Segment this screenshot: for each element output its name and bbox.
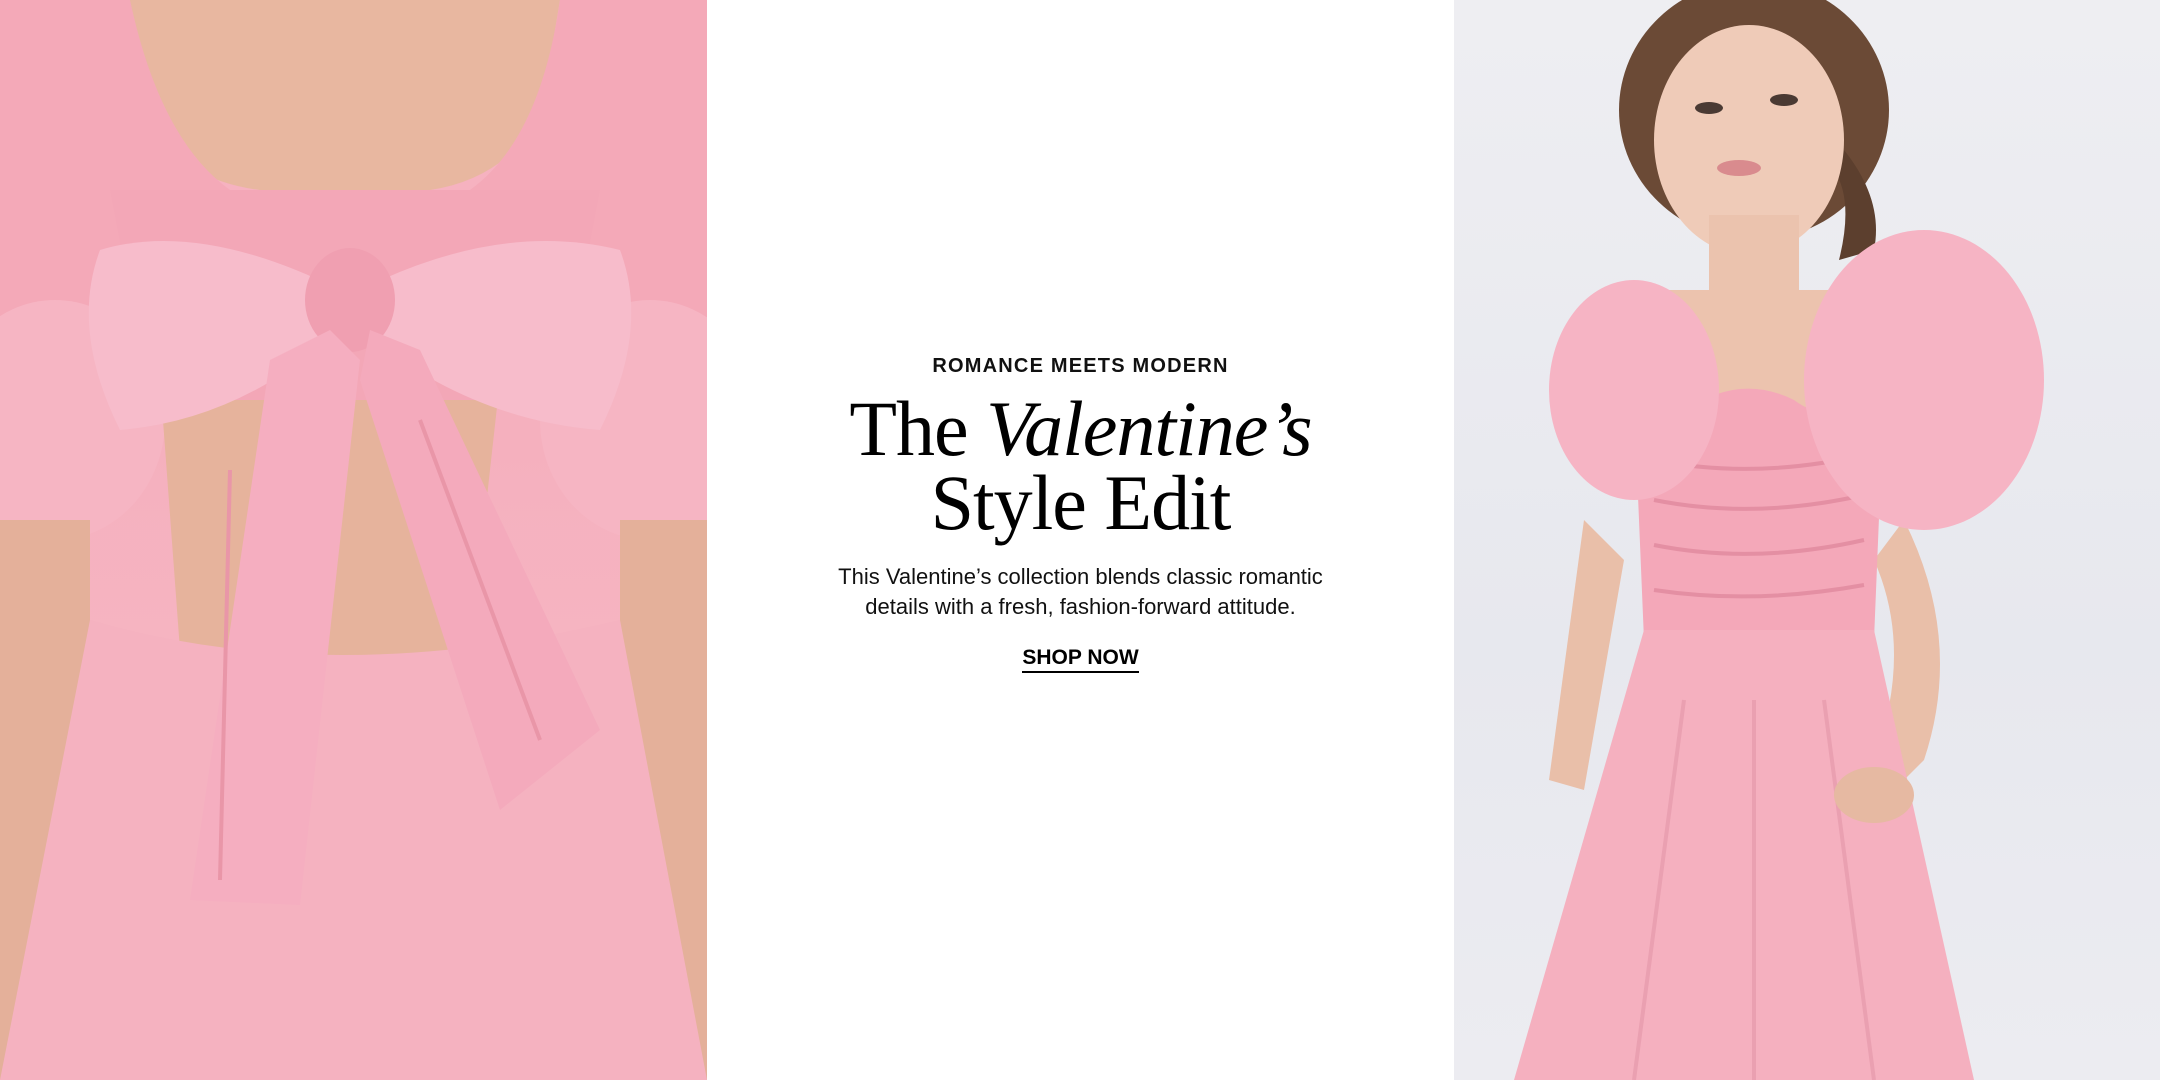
pink-dress-back-bow-photo [0,0,707,1080]
right-product-image[interactable] [1454,0,2160,1080]
hero-description: This Valentine’s collection blends class… [801,562,1361,622]
hero-copy: ROMANCE MEETS MODERN The Valentine’s Sty… [707,355,1454,673]
valentines-hero-banner: ROMANCE MEETS MODERN The Valentine’s Sty… [0,0,2160,1080]
description-line1: This Valentine’s collection blends class… [838,564,1323,589]
shop-now-link[interactable]: SHOP NOW [1022,646,1139,673]
eyebrow-text: ROMANCE MEETS MODERN [932,355,1229,377]
headline-line2: Style Edit [930,459,1232,546]
description-line2: details with a fresh, fashion-forward at… [865,594,1296,619]
pink-dress-model-front-photo [1454,0,2160,1080]
left-product-image[interactable] [0,0,707,1080]
hero-headline: The Valentine’s Style Edit [707,390,1454,542]
